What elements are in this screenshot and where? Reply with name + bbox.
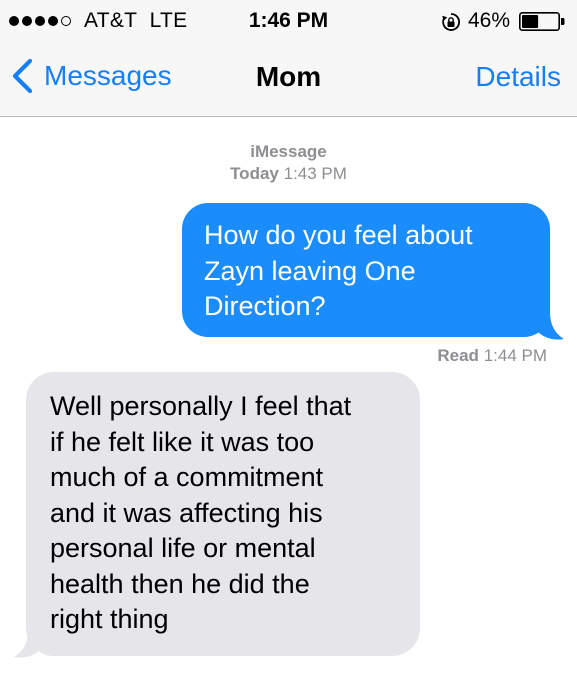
status-bar: AT&T LTE 1:46 PM 46% (0, 0, 577, 40)
service-label: iMessage (250, 142, 327, 161)
incoming-bubble-tail (14, 630, 42, 658)
message-line: Direction? (204, 291, 326, 321)
outgoing-message-bubble[interactable]: How do you feel about Zayn leaving One D… (182, 203, 550, 337)
message-line: and it was affecting his (50, 497, 323, 528)
message-line: right thing (50, 604, 169, 634)
read-status: Read (437, 346, 479, 365)
rotation-lock-icon (442, 13, 460, 31)
message-line: Well personally I feel that (50, 391, 352, 421)
battery-percent: 46% (468, 9, 511, 32)
read-time: 1:44 PM (483, 346, 547, 365)
message-line: personal life or mental (50, 533, 316, 563)
message-line: much of a commitment (50, 462, 324, 492)
message-line: if he felt like it was too (50, 426, 315, 457)
timestamp-day: Today (230, 164, 279, 183)
battery-icon (519, 12, 565, 31)
message-line: Zayn leaving One (204, 255, 416, 286)
message-line: How do you feel about (204, 220, 473, 250)
read-receipt: Read 1:44 PM (437, 346, 547, 366)
timestamp-time: 1:43 PM (283, 164, 347, 183)
details-button[interactable]: Details (475, 61, 561, 93)
outgoing-bubble-tail (536, 312, 564, 340)
message-line: health then he did the (50, 568, 310, 599)
thread-timestamp: Today 1:43 PM (0, 164, 577, 184)
nav-bar: Messages Mom Details (0, 40, 577, 117)
incoming-message-bubble[interactable]: Well personally I feel that if he felt l… (26, 372, 420, 656)
